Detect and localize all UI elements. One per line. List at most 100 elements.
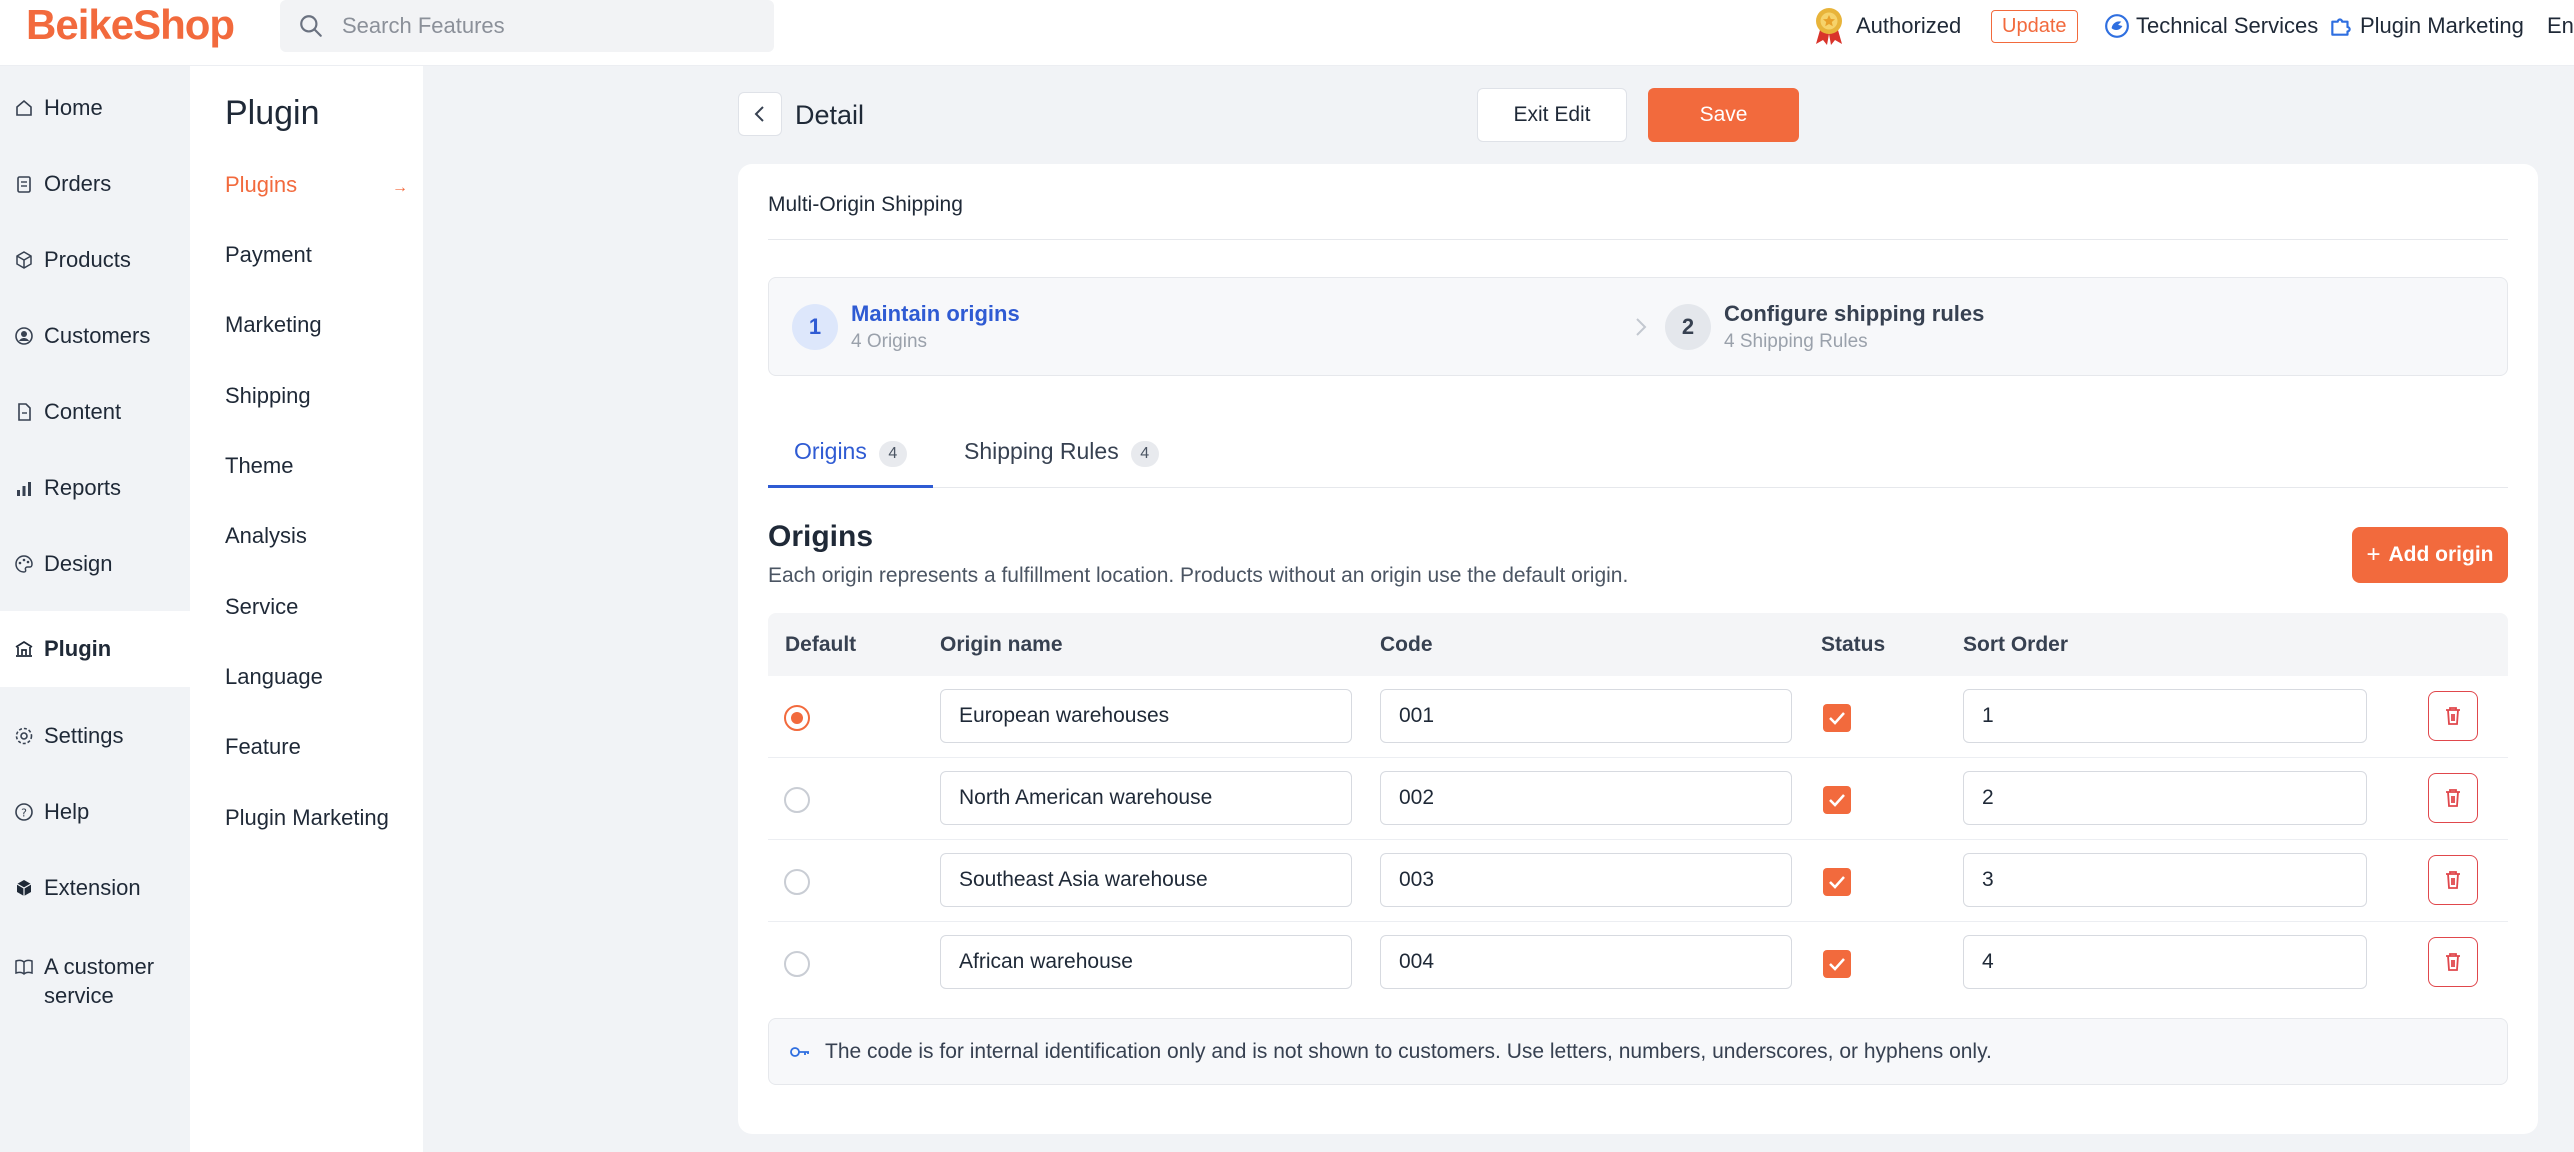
technical-services-link[interactable]: Technical Services [2104,0,2318,52]
sidebar-item-reports[interactable]: Reports [0,450,190,526]
search-icon [300,15,322,37]
subnav-item-plugin-marketing[interactable]: Plugin Marketing [225,805,389,831]
subnav-item-language[interactable]: Language [225,664,323,690]
help-icon: ? [15,803,33,821]
tab-count-badge: 4 [1130,441,1159,467]
origin-name-input[interactable]: European warehouses [940,689,1352,743]
status-checkbox[interactable] [1823,868,1851,896]
update-button[interactable]: Update [1991,9,2078,43]
back-button[interactable] [738,92,782,136]
step-1-title[interactable]: Maintain origins [851,301,1020,327]
subnav-item-service[interactable]: Service [225,594,298,620]
subnav-item-payment[interactable]: Payment [225,242,312,268]
plugin-marketing-link[interactable]: Plugin Marketing [2328,0,2524,52]
origin-name-input[interactable]: Southeast Asia warehouse [940,853,1352,907]
subnav-item-plugins[interactable]: Plugins [225,172,297,198]
chevron-right-icon [1636,318,1647,336]
plugin-subnav: Plugin Plugins → Payment Marketing Shipp… [190,66,423,1152]
arrow-right-icon: → [392,179,408,196]
code-hint-note: The code is for internal identification … [768,1018,2508,1085]
sort-order-input[interactable]: 2 [1963,771,2367,825]
default-radio[interactable] [784,951,810,977]
sidebar-item-extension[interactable]: Extension [0,850,190,926]
code-input[interactable]: 001 [1380,689,1792,743]
sort-order-input[interactable]: 4 [1963,935,2367,989]
column-header-code: Code [1380,633,1433,656]
search-input[interactable]: Search Features [342,0,505,52]
subnav-item-theme[interactable]: Theme [225,453,293,479]
code-input[interactable]: 002 [1380,771,1792,825]
trash-icon [2446,953,2460,971]
technical-services-icon [2105,14,2129,38]
status-checkbox[interactable] [1823,786,1851,814]
sort-order-input[interactable]: 1 [1963,689,2367,743]
table-row: Southeast Asia warehouse 003 3 [768,840,2508,922]
authorized-label: Authorized [1856,13,1962,38]
delete-button[interactable] [2428,773,2478,823]
book-icon [15,959,33,976]
check-icon [1829,794,1845,807]
main-card: Multi-Origin Shipping 1 Maintain origins… [738,164,2538,1134]
origin-name-input[interactable]: North American warehouse [940,771,1352,825]
sidebar-item-home[interactable]: Home [0,70,190,146]
authorized-status: Authorized [1812,0,1961,52]
subnav-title: Plugin [225,94,320,132]
sidebar-item-products[interactable]: Products [0,222,190,298]
search-box[interactable]: Search Features [280,0,774,52]
save-button[interactable]: Save [1648,88,1799,142]
check-icon [1829,712,1845,725]
check-icon [1829,876,1845,889]
status-checkbox[interactable] [1823,950,1851,978]
clipboard-icon [17,176,31,193]
step-2-number: 2 [1665,304,1711,350]
tab-bar: Origins 4 Shipping Rules 4 [768,422,2508,488]
subnav-item-marketing[interactable]: Marketing [225,312,322,338]
column-header-status: Status [1821,633,1886,656]
column-header-sort-order: Sort Order [1963,633,2069,656]
medal-icon [1816,8,1842,45]
key-icon [790,1046,809,1057]
section-title: Origins [768,520,874,553]
document-icon [18,403,31,421]
default-radio[interactable] [784,869,810,895]
subnav-item-shipping[interactable]: Shipping [225,383,311,409]
top-bar: BeikeShop Search Features Authorized Upd… [0,0,2574,66]
sidebar-item-customers[interactable]: Customers [0,298,190,374]
plugin-icon [15,640,33,657]
check-icon [1829,958,1845,971]
code-input[interactable]: 003 [1380,853,1792,907]
step-2-title[interactable]: Configure shipping rules [1724,301,1984,327]
tab-origins[interactable]: Origins 4 [768,422,933,488]
sidebar: Home Orders Products Customers Content R… [0,66,190,1152]
default-radio[interactable] [784,705,810,731]
origin-name-input[interactable]: African warehouse [940,935,1352,989]
add-origin-button[interactable]: + Add origin [2352,527,2508,583]
status-checkbox[interactable] [1823,704,1851,732]
sidebar-item-content[interactable]: Content [0,374,190,450]
trash-icon [2446,707,2460,725]
delete-button[interactable] [2428,937,2478,987]
sidebar-item-settings[interactable]: Settings [0,698,190,774]
language-switcher[interactable]: Eng [2547,0,2574,52]
sidebar-item-customer-service[interactable]: A customer service [0,940,190,1040]
gear-icon [15,727,33,745]
step-1-number: 1 [792,304,838,350]
sort-order-input[interactable]: 3 [1963,853,2367,907]
delete-button[interactable] [2428,691,2478,741]
note-text: The code is for internal identification … [825,1039,1992,1063]
step-1-subtitle: 4 Origins [851,331,928,352]
tab-shipping-rules[interactable]: Shipping Rules 4 [964,422,1159,488]
code-input[interactable]: 004 [1380,935,1792,989]
subnav-item-analysis[interactable]: Analysis [225,523,307,549]
column-header-default: Default [785,633,857,656]
cube-icon [16,880,32,896]
page-title: Detail [795,100,865,130]
sidebar-item-plugin[interactable]: Plugin [0,611,190,687]
default-radio[interactable] [784,787,810,813]
sidebar-item-help[interactable]: ? Help [0,774,190,850]
delete-button[interactable] [2428,855,2478,905]
subnav-item-feature[interactable]: Feature [225,734,301,760]
exit-edit-button[interactable]: Exit Edit [1477,88,1627,142]
sidebar-item-orders[interactable]: Orders [0,146,190,222]
sidebar-item-design[interactable]: Design [0,526,190,602]
